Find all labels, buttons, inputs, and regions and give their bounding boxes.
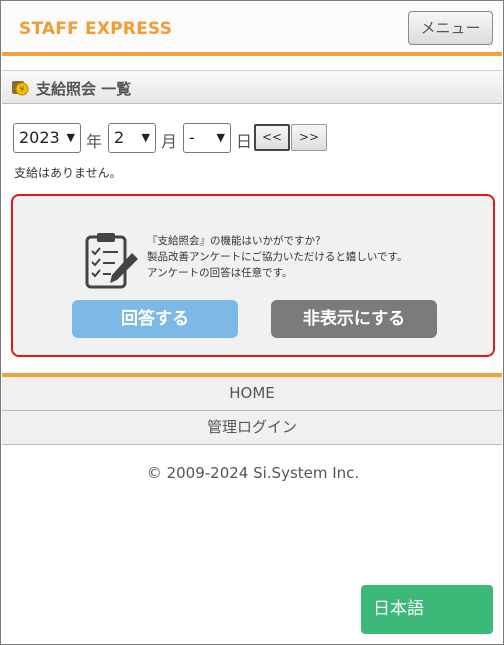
survey-box: 『支給照会』の機能はいかがですか？ 製品改善アンケートにご協力いただけると嬉しい… <box>11 194 495 357</box>
chevron-down-icon: ▼ <box>66 131 75 144</box>
day-unit-label: 日 <box>236 132 253 151</box>
menu-button[interactable]: メニュー <box>408 11 493 45</box>
month-unit-label: 月 <box>161 132 178 151</box>
answer-survey-button[interactable]: 回答する <box>72 300 238 338</box>
app-logo[interactable]: STAFF EXPRESS <box>19 19 172 39</box>
header-divider <box>2 52 502 56</box>
survey-message-line: 『支給照会』の機能はいかがですか？ <box>147 235 326 247</box>
page-title: 支給照会 一覧 <box>36 80 132 98</box>
day-select-value: - <box>189 128 195 147</box>
month-select[interactable]: 2 ▼ <box>108 123 156 153</box>
copyright: © 2009-2024 Si.System Inc. <box>146 464 360 482</box>
section-title-bar: ¥ 支給照会 一覧 <box>2 70 502 104</box>
year-select-value: 2023 <box>19 128 60 147</box>
clipboard-icon <box>85 233 138 289</box>
language-button[interactable]: 日本語 <box>361 585 493 634</box>
year-select[interactable]: 2023 ▼ <box>13 123 81 153</box>
year-unit-label: 年 <box>86 132 103 151</box>
page-frame: STAFF EXPRESS メニュー ¥ 支給照会 一覧 2023 ▼ 年 2 … <box>0 0 504 645</box>
prev-month-button[interactable]: << <box>254 124 290 151</box>
admin-login-link[interactable]: 管理ログイン <box>2 411 502 445</box>
svg-text:¥: ¥ <box>19 85 24 94</box>
chevron-down-icon: ▼ <box>141 131 150 144</box>
next-month-button[interactable]: >> <box>291 124 327 151</box>
chevron-down-icon: ▼ <box>216 131 225 144</box>
no-payment-message: 支給はありません。 <box>14 166 122 180</box>
header: STAFF EXPRESS メニュー <box>2 2 502 54</box>
coins-icon: ¥ <box>12 81 29 96</box>
hide-survey-button[interactable]: 非表示にする <box>271 300 437 338</box>
survey-message-line: 製品改善アンケートにご協力いただけると嬉しいです。 <box>147 251 408 263</box>
survey-message: 『支給照会』の機能はいかがですか？ 製品改善アンケートにご協力いただけると嬉しい… <box>147 233 408 281</box>
home-link[interactable]: HOME <box>2 377 502 411</box>
month-select-value: 2 <box>114 128 125 147</box>
day-select[interactable]: - ▼ <box>183 123 231 153</box>
survey-message-line: アンケートの回答は任意です。 <box>147 267 293 279</box>
